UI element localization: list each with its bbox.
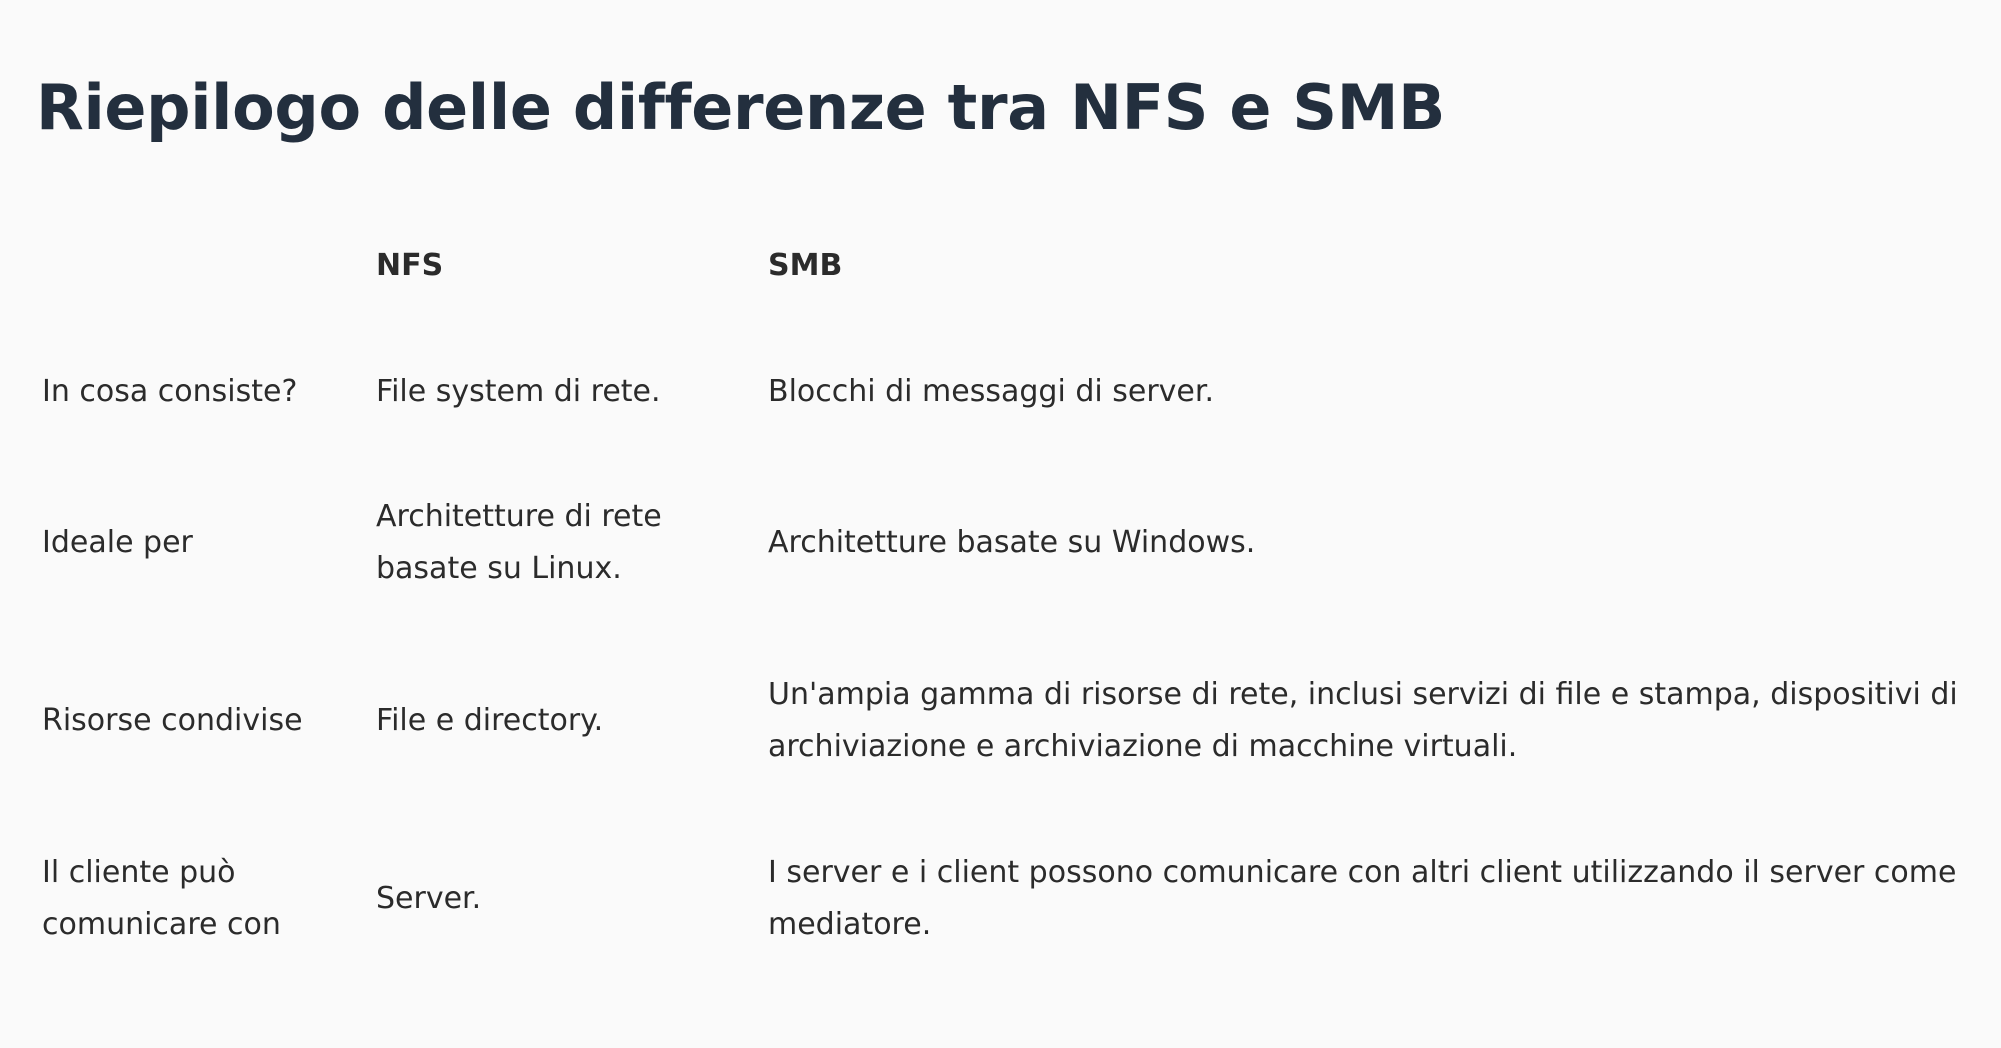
smb-cell: Un'ampia gamma di risorse di rete, inclu… [768,677,1958,764]
nfs-cell: Architetture di rete basate su Linux. [376,499,662,586]
table-header: NFS SMB [36,232,1958,300]
header-cell-smb: SMB [768,248,843,283]
smb-cell: Blocchi di messaggi di server. [768,374,1215,409]
smb-cell: I server e i client possono comunicare c… [768,855,1957,942]
row-label-cell: Risorse condivise [42,703,303,738]
table-row: Risorse condivise File e directory. Un'a… [36,602,1958,840]
row-label-cell: Il cliente può comunicare con [42,855,281,942]
row-label-cell: In cosa consiste? [42,374,298,409]
table-row: Il cliente può comunicare con Server. I … [36,840,1958,958]
table-body: In cosa consiste? File system di rete. B… [36,300,1958,958]
nfs-cell: Server. [376,881,482,916]
header-cell-nfs: NFS [376,248,444,283]
row-label-cell: Ideale per [42,525,193,560]
page: Riepilogo delle differenze tra NFS e SMB… [0,0,2001,1048]
comparison-table: NFS SMB In cosa consiste? File system di… [36,232,1958,958]
page-title: Riepilogo delle differenze tra NFS e SMB [36,71,1446,144]
smb-cell: Architetture basate su Windows. [768,525,1256,560]
table-row: Ideale per Architetture di rete basate s… [36,484,1958,602]
nfs-cell: File e directory. [376,703,604,738]
nfs-cell: File system di rete. [376,374,661,409]
header-row: NFS SMB [36,232,1958,300]
header-cell-empty [36,232,376,300]
table-row: In cosa consiste? File system di rete. B… [36,300,1958,484]
